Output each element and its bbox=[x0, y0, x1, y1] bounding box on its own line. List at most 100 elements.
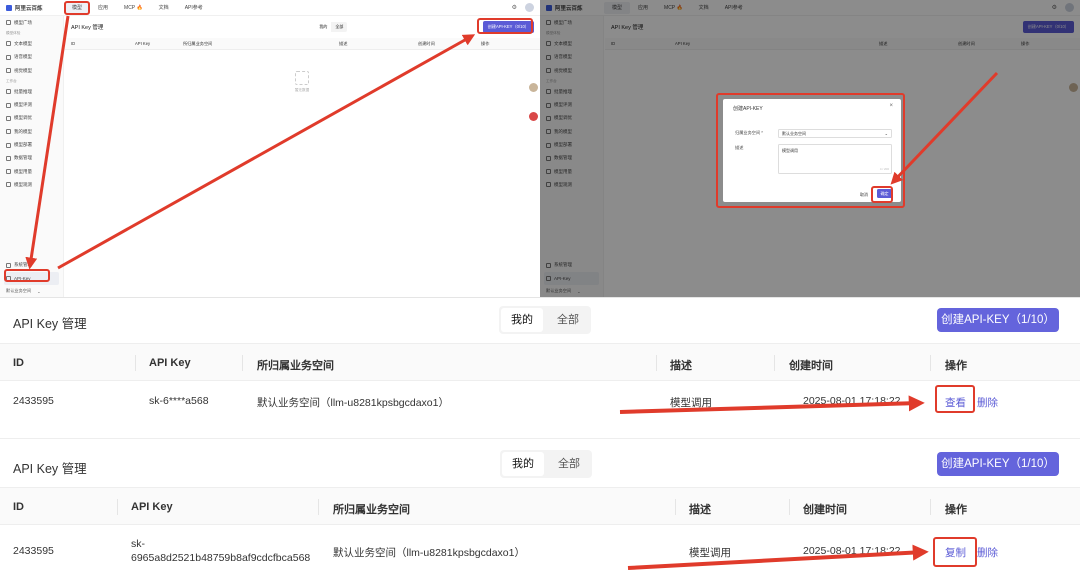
empty-box-icon bbox=[295, 71, 309, 85]
sidebar-item-label: 模型调优 bbox=[14, 115, 32, 121]
empty-state: 暂无数据 bbox=[287, 71, 317, 93]
sidebar-item-icon bbox=[6, 54, 11, 60]
cell-created: 2025-08-01 17:18:22 bbox=[803, 545, 901, 557]
col-desc: 描述 bbox=[339, 40, 348, 46]
sidebar-item-icon bbox=[6, 182, 11, 188]
page-title: API Key 管理 bbox=[71, 25, 104, 31]
nav-mcp[interactable]: MCP 🔥 bbox=[116, 2, 151, 14]
col-divider bbox=[242, 355, 243, 371]
col-id: ID bbox=[71, 41, 76, 46]
sidebar-item-label: 系统管理 bbox=[14, 262, 32, 268]
nav-docs[interactable]: 文档 bbox=[151, 2, 177, 14]
col-workspace: 所归属业务空间 bbox=[183, 40, 213, 46]
sidebar-item[interactable]: 模型广场 bbox=[0, 16, 63, 29]
sidebar-item[interactable]: 模型调优 bbox=[0, 112, 63, 125]
highlight-nav-model bbox=[64, 1, 90, 15]
scope-all[interactable]: 全部 bbox=[331, 22, 347, 32]
scope-mine[interactable]: 我的 bbox=[502, 452, 544, 476]
sidebar-item[interactable]: 数据管理 bbox=[0, 152, 63, 165]
empty-text: 暂无数据 bbox=[294, 88, 310, 92]
feedback-icon[interactable] bbox=[529, 112, 538, 121]
table-row: 2433595 sk-6****a568 默认业务空间（llm-u8281kps… bbox=[0, 381, 1080, 421]
sidebar-item[interactable]: 视觉模型 bbox=[0, 64, 63, 77]
nav-app[interactable]: 应用 bbox=[90, 2, 116, 14]
table-header: ID API Key 所归属业务空间 描述 创建时间 操作 bbox=[65, 38, 540, 50]
sidebar-group-label: 模型体验 bbox=[6, 30, 21, 35]
nav-api-ref[interactable]: API参考 bbox=[177, 2, 211, 14]
cell-api-key[interactable]: sk- 6965a8d2521b48759b8af9cdcfbca568 bbox=[131, 537, 310, 565]
scope-toggle: 我的 全部 bbox=[500, 450, 592, 478]
cell-id: 2433595 bbox=[13, 395, 54, 407]
sidebar: 模型广场模型体验文本模型语音模型视觉模型工作台批量推理模型评测模型调优我的模型模… bbox=[0, 16, 64, 297]
sidebar-item-label: 文本模型 bbox=[14, 40, 32, 46]
col-divider bbox=[656, 355, 657, 371]
col-api-key: API Key bbox=[135, 41, 151, 46]
user-icon bbox=[6, 262, 11, 268]
sidebar-item-icon bbox=[6, 129, 11, 135]
col-divider bbox=[117, 499, 118, 515]
col-divider bbox=[930, 499, 931, 515]
sidebar-item[interactable]: 批量推理 bbox=[0, 85, 63, 98]
chevron-down-icon: ⌄ bbox=[37, 288, 41, 294]
table-header: ID API Key 所归属业务空间 描述 创建时间 操作 bbox=[0, 487, 1080, 525]
screenshot-api-key-empty: 阿里云百炼 模型 应用 MCP 🔥 文档 API参考 ⚙ 模型广场 模型体验 文本模… bbox=[0, 0, 540, 298]
assistant-avatar-icon[interactable] bbox=[529, 83, 538, 92]
sidebar-item-icon bbox=[6, 142, 11, 148]
scope-all[interactable]: 全部 bbox=[548, 452, 590, 476]
sidebar-item-icon bbox=[6, 155, 11, 161]
col-created: 创建时间 bbox=[803, 504, 847, 516]
table-row: 2433595 sk- 6965a8d2521b48759b8af9cdcfbc… bbox=[0, 527, 1080, 577]
sidebar-item[interactable]: 我的模型 bbox=[0, 125, 63, 138]
col-divider bbox=[675, 499, 676, 515]
scope-toggle: 我的 全部 bbox=[315, 22, 348, 32]
sidebar-item-icon bbox=[6, 68, 11, 74]
sidebar-item-label: 模型观测 bbox=[14, 181, 32, 187]
sidebar-item[interactable]: 文本模型 bbox=[0, 37, 63, 50]
sidebar-item[interactable]: 模型评测 bbox=[0, 98, 63, 111]
sidebar-item[interactable]: 模型部署 bbox=[0, 138, 63, 151]
cell-workspace: 默认业务空间（llm-u8281kpsbgcdaxo1） bbox=[257, 397, 449, 409]
sidebar-item[interactable]: 模型观测 bbox=[0, 178, 63, 191]
app-logo: 阿里云百炼 bbox=[0, 4, 64, 12]
sidebar-item-label: 数据管理 bbox=[14, 155, 32, 161]
main-area: API Key 管理 我的 全部 创建API-KEY（0/10） ID API K… bbox=[65, 16, 540, 297]
sidebar-item[interactable]: 模型用量 bbox=[0, 165, 63, 178]
cell-api-key: sk-6****a568 bbox=[149, 395, 209, 407]
cell-workspace: 默认业务空间（llm-u8281kpsbgcdaxo1） bbox=[333, 547, 525, 559]
api-key-table-view: API Key 管理 我的 全部 创建API-KEY（1/10） ID API … bbox=[0, 299, 1080, 439]
col-actions: 操作 bbox=[481, 40, 490, 46]
logo-icon bbox=[6, 4, 12, 11]
api-key-revealed-view: API Key 管理 我的 全部 创建API-KEY（1/10） ID API … bbox=[0, 441, 1080, 587]
sidebar-item-label: 模型广场 bbox=[14, 19, 32, 25]
delete-button[interactable]: 删除 bbox=[977, 395, 998, 410]
highlight-create-button bbox=[477, 18, 533, 34]
sidebar-item-label: 模型用量 bbox=[14, 168, 32, 174]
user-avatar[interactable] bbox=[525, 3, 534, 12]
sidebar-item-label: 视觉模型 bbox=[14, 67, 32, 73]
cell-created: 2025-08-01 17:18:22 bbox=[803, 395, 901, 407]
scope-mine[interactable]: 我的 bbox=[501, 308, 543, 332]
col-created: 创建时间 bbox=[789, 360, 833, 372]
sidebar-group-label: 工作台 bbox=[6, 78, 17, 83]
sidebar-item-label: 模型评测 bbox=[14, 102, 32, 108]
sidebar-item-label: 我的模型 bbox=[14, 128, 32, 134]
sidebar-item[interactable]: 语音模型 bbox=[0, 51, 63, 64]
highlight-view bbox=[935, 385, 975, 413]
col-desc: 描述 bbox=[689, 504, 711, 516]
settings-icon[interactable]: ⚙ bbox=[512, 4, 517, 11]
sidebar-item-icon bbox=[6, 89, 11, 95]
create-api-key-button[interactable]: 创建API-KEY（1/10） bbox=[937, 308, 1059, 332]
api-key-line-1: sk- bbox=[131, 538, 145, 550]
scope-mine[interactable]: 我的 bbox=[315, 22, 332, 32]
workspace-switcher[interactable]: 默认业务空间 ⌄ bbox=[0, 285, 63, 297]
create-api-key-button[interactable]: 创建API-KEY（1/10） bbox=[937, 452, 1059, 476]
col-divider bbox=[318, 499, 319, 515]
scope-all[interactable]: 全部 bbox=[547, 308, 589, 332]
col-divider bbox=[930, 355, 931, 371]
sidebar-item-label: 批量推理 bbox=[14, 88, 32, 94]
col-api-key: API Key bbox=[131, 501, 173, 513]
delete-button[interactable]: 删除 bbox=[977, 545, 998, 560]
col-id: ID bbox=[13, 501, 24, 513]
app-name: 阿里云百炼 bbox=[15, 5, 43, 12]
sidebar-item-icon bbox=[6, 115, 11, 121]
